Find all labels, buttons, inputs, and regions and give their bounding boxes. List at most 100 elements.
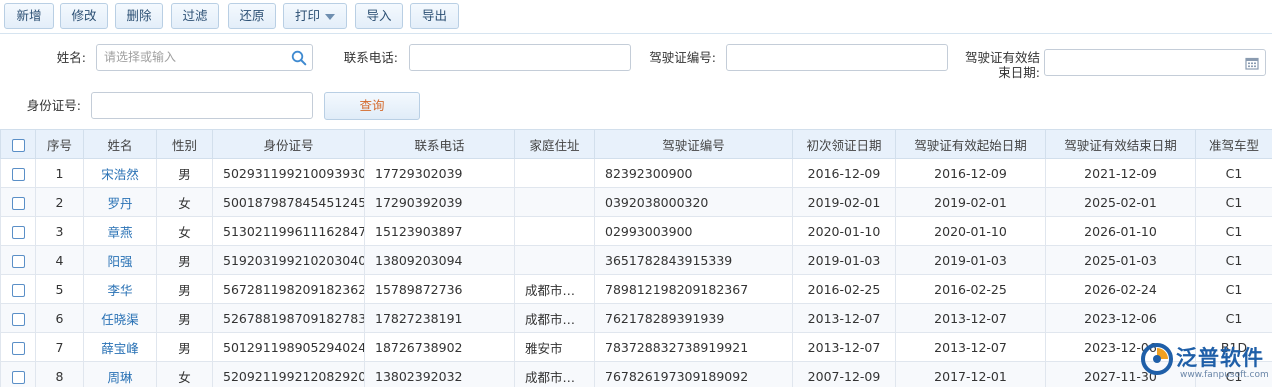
table-row[interactable]: 4 阳强男 519203199210203040 13809203094 3651782…	[0, 245, 1272, 275]
header-index[interactable]: 序号	[35, 129, 84, 159]
edit-button[interactable]: 修改	[60, 3, 108, 29]
print-button[interactable]: 打印	[283, 3, 347, 29]
cell-valid-start: 2020-01-10	[895, 216, 1046, 246]
table-row[interactable]: 2 罗丹女 500187987845451245 17290392039 0392038…	[0, 187, 1272, 217]
cell-gender: 女	[156, 187, 213, 217]
row-checkbox[interactable]	[11, 225, 25, 239]
cell-index: 6	[35, 303, 84, 333]
name-combobox[interactable]	[96, 44, 313, 71]
row-checkbox[interactable]	[11, 283, 25, 297]
cell-valid-end: 2025-01-03	[1045, 245, 1196, 275]
table-header-row: 序号 姓名 性别 身份证号 联系电话 家庭住址 驾驶证编号 初次领证日期 驾驶证…	[0, 129, 1272, 159]
cell-vehicle-class: C1	[1195, 274, 1272, 304]
delete-button[interactable]: 删除	[115, 3, 163, 29]
header-phone[interactable]: 联系电话	[364, 129, 515, 159]
idcard-label: 身份证号:	[26, 98, 81, 113]
cell-idcard: 501291198905294024	[212, 332, 365, 362]
row-select-cell[interactable]	[0, 187, 36, 217]
license-label: 驾驶证编号:	[649, 50, 716, 65]
table-row[interactable]: 8 周琳女 520921199212082920 13802392032 成都市… 767…	[0, 361, 1272, 387]
row-checkbox[interactable]	[11, 312, 25, 326]
header-valid-end[interactable]: 驾驶证有效结束日期	[1045, 129, 1196, 159]
cell-name[interactable]: 宋浩然	[83, 158, 157, 188]
cell-index: 4	[35, 245, 84, 275]
cell-address: 雅安市	[514, 332, 595, 362]
header-vehicle-class[interactable]: 准驾车型	[1195, 129, 1272, 159]
cell-gender: 男	[156, 158, 213, 188]
cell-name[interactable]: 薛宝峰	[83, 332, 157, 362]
cell-name[interactable]: 周琳	[83, 361, 157, 387]
row-select-cell[interactable]	[0, 245, 36, 275]
cell-vehicle-class: C1	[1195, 158, 1272, 188]
cell-idcard: 513021199611162847	[212, 216, 365, 246]
cell-phone: 17290392039	[364, 187, 515, 217]
calendar-icon[interactable]	[1245, 56, 1259, 70]
row-select-cell[interactable]	[0, 361, 36, 387]
select-all-cell[interactable]	[0, 129, 36, 159]
table-row[interactable]: 1 宋浩然男 502931199210093930 17729302039 823923…	[0, 158, 1272, 188]
cell-license-no: 789812198209182367	[594, 274, 793, 304]
row-select-cell[interactable]	[0, 332, 36, 362]
row-checkbox[interactable]	[11, 196, 25, 210]
restore-button[interactable]: 还原	[228, 3, 276, 29]
cell-phone: 15123903897	[364, 216, 515, 246]
cell-name[interactable]: 章燕	[83, 216, 157, 246]
row-select-cell[interactable]	[0, 216, 36, 246]
driver-table: 序号 姓名 性别 身份证号 联系电话 家庭住址 驾驶证编号 初次领证日期 驾驶证…	[0, 129, 1272, 387]
export-button[interactable]: 导出	[410, 3, 459, 29]
cell-index: 3	[35, 216, 84, 246]
cell-first-issue-date: 2016-02-25	[792, 274, 896, 304]
query-button[interactable]: 查询	[324, 92, 420, 120]
idcard-input[interactable]	[99, 93, 279, 117]
import-button[interactable]: 导入	[355, 3, 403, 29]
cell-name[interactable]: 任晓渠	[83, 303, 157, 333]
idcard-field[interactable]	[91, 92, 313, 119]
header-gender[interactable]: 性别	[156, 129, 213, 159]
header-name[interactable]: 姓名	[83, 129, 157, 159]
cell-phone: 15789872736	[364, 274, 515, 304]
cell-valid-end: 2021-12-09	[1045, 158, 1196, 188]
license-input[interactable]	[734, 45, 914, 69]
table-row[interactable]: 5 李华男 567281198209182362 15789872736 成都市… 789…	[0, 274, 1272, 304]
row-select-cell[interactable]	[0, 303, 36, 333]
cell-valid-start: 2016-02-25	[895, 274, 1046, 304]
header-valid-start[interactable]: 驾驶证有效起始日期	[895, 129, 1046, 159]
phone-field[interactable]	[409, 44, 631, 71]
name-input[interactable]	[104, 45, 284, 69]
row-checkbox[interactable]	[11, 254, 25, 268]
table-row[interactable]: 3 章燕女 513021199611162847 15123903897 0299300…	[0, 216, 1272, 246]
cell-first-issue-date: 2013-12-07	[792, 303, 896, 333]
cell-gender: 男	[156, 332, 213, 362]
cell-name[interactable]: 阳强	[83, 245, 157, 275]
expiry-label-line1: 驾驶证有效结	[964, 50, 1040, 65]
row-checkbox[interactable]	[11, 370, 25, 384]
header-license-no[interactable]: 驾驶证编号	[594, 129, 793, 159]
cell-license-no: 783728832738919921	[594, 332, 793, 362]
cell-valid-end: 2025-02-01	[1045, 187, 1196, 217]
search-icon[interactable]	[291, 50, 307, 66]
header-idcard[interactable]: 身份证号	[212, 129, 365, 159]
license-field[interactable]	[726, 44, 948, 71]
row-select-cell[interactable]	[0, 158, 36, 188]
cell-idcard: 502931199210093930	[212, 158, 365, 188]
filter-button[interactable]: 过滤	[171, 3, 219, 29]
cell-first-issue-date: 2007-12-09	[792, 361, 896, 387]
cell-address	[514, 245, 595, 275]
cell-vehicle-class: C1	[1195, 187, 1272, 217]
phone-input[interactable]	[417, 45, 597, 69]
toolbar: 新增 修改 删除 过滤 还原 打印 导入 导出	[0, 0, 1272, 34]
row-checkbox[interactable]	[11, 167, 25, 181]
header-address[interactable]: 家庭住址	[514, 129, 595, 159]
cell-name[interactable]: 罗丹	[83, 187, 157, 217]
table-row[interactable]: 7 薛宝峰男 501291198905294024 18726738902 雅安市 783…	[0, 332, 1272, 362]
expiry-date-field[interactable]	[1044, 49, 1266, 76]
select-all-checkbox[interactable]	[11, 138, 25, 152]
cell-first-issue-date: 2019-02-01	[792, 187, 896, 217]
cell-index: 8	[35, 361, 84, 387]
header-first-issue-date[interactable]: 初次领证日期	[792, 129, 896, 159]
add-button[interactable]: 新增	[4, 3, 54, 29]
table-row[interactable]: 6 任晓渠男 526788198709182783 17827238191 成都市… 76…	[0, 303, 1272, 333]
cell-name[interactable]: 李华	[83, 274, 157, 304]
row-select-cell[interactable]	[0, 274, 36, 304]
row-checkbox[interactable]	[11, 341, 25, 355]
